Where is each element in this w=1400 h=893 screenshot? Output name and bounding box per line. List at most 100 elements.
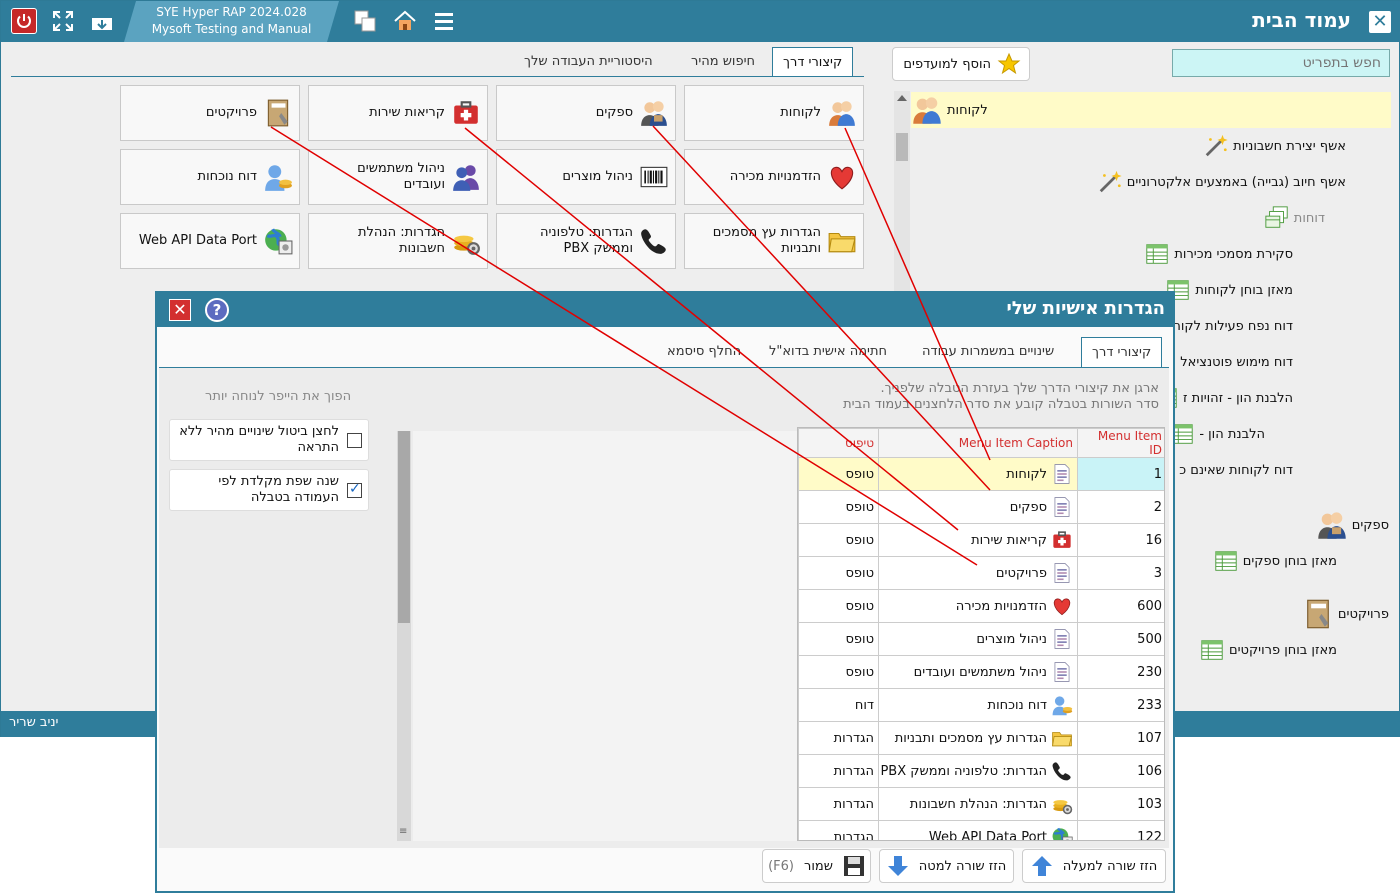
caption-cell[interactable]: פרויקטים — [878, 556, 1078, 590]
shortcut-tile[interactable]: הגדרות עץ מסמכים ותבניות — [684, 213, 864, 269]
tab-shortcuts[interactable]: קיצורי דרך — [772, 47, 854, 77]
shortcut-tile[interactable]: Web API Data Port — [120, 213, 300, 269]
table-row[interactable]: הגדרות הגדרות עץ מסמכים ותבניות 107 — [798, 721, 1164, 755]
caption-cell[interactable]: הגדרות: טלפוניה וממשק PBX — [878, 754, 1078, 788]
shortcut-tile[interactable]: דוח נוכחות — [120, 149, 300, 205]
tree-item[interactable]: ספקים — [1316, 510, 1389, 540]
id-cell[interactable]: 600 — [1077, 589, 1164, 623]
id-cell[interactable]: 16 — [1077, 523, 1164, 557]
tree-item[interactable]: מאזן בוחן פרויקטים — [1199, 635, 1337, 665]
table-row[interactable]: טופס קריאות שירות 16 — [798, 523, 1164, 557]
table-row[interactable]: טופס ניהול משתמשים ועובדים 230 — [798, 655, 1164, 689]
fullscreen-icon[interactable] — [50, 8, 76, 34]
table-row[interactable]: הגדרות הגדרות: הנהלת חשבונות 103 — [798, 787, 1164, 821]
move-down-button[interactable]: הזז שורה למטה — [879, 849, 1014, 883]
tree-item[interactable]: הלבנת הון - — [1169, 419, 1265, 449]
tab-quick-search[interactable]: חיפוש מהיר — [681, 47, 765, 77]
caption-cell[interactable]: הגדרות עץ מסמכים ותבניות — [878, 721, 1078, 755]
close-icon[interactable]: ✕ — [169, 299, 191, 321]
column-header-caption[interactable]: Menu Item Caption — [878, 428, 1078, 458]
tab-history[interactable]: היסטוריית העבודה שלך — [514, 47, 663, 77]
download-icon[interactable] — [89, 8, 115, 34]
grip-icon[interactable]: ≡ — [399, 826, 407, 837]
id-cell[interactable]: 233 — [1077, 688, 1164, 722]
id-cell[interactable]: 3 — [1077, 556, 1164, 590]
type-cell[interactable]: הגדרות — [798, 820, 879, 840]
tree-item[interactable]: דוחות — [1264, 203, 1325, 233]
id-cell[interactable]: 107 — [1077, 721, 1164, 755]
tree-item[interactable]: מאזן בוחן לקוחות — [1165, 275, 1293, 305]
dialog-tab-change-password[interactable]: החלף סיסמא — [657, 337, 751, 367]
move-up-button[interactable]: הזז שורה למעלה — [1022, 849, 1166, 883]
type-cell[interactable]: טופס — [798, 589, 879, 623]
id-cell[interactable]: 500 — [1077, 622, 1164, 656]
menu-icon[interactable] — [431, 8, 457, 34]
dialog-tab-shift-changes[interactable]: שינויים במשמרות עבודה — [912, 337, 1064, 367]
shortcut-tile[interactable]: לקוחות — [684, 85, 864, 141]
tree-item[interactable]: אשף יצירת חשבוניות — [1203, 131, 1346, 161]
type-cell[interactable]: טופס — [798, 490, 879, 524]
shortcut-tile[interactable]: פרויקטים — [120, 85, 300, 141]
id-cell[interactable]: 122 — [1077, 820, 1164, 840]
caption-cell[interactable]: לקוחות — [878, 457, 1078, 491]
add-favorite-button[interactable]: הוסף למועדפים — [892, 47, 1030, 81]
shortcut-tile[interactable]: קריאות שירות — [308, 85, 488, 141]
caption-cell[interactable]: ספקים — [878, 490, 1078, 524]
option-quick-undo[interactable]: לחצן ביטול שינויים מהיר ללא התראה — [169, 419, 369, 461]
tree-item[interactable]: לקוחות — [911, 92, 1391, 128]
help-icon[interactable]: ? — [205, 298, 229, 322]
tree-item[interactable]: פרויקטים — [1302, 599, 1389, 629]
home-icon[interactable] — [392, 8, 418, 34]
close-icon[interactable]: ✕ — [1369, 11, 1391, 33]
id-cell[interactable]: 230 — [1077, 655, 1164, 689]
caption-cell[interactable]: Web API Data Port — [878, 820, 1078, 840]
table-row[interactable]: טופס ניהול מוצרים 500 — [798, 622, 1164, 656]
table-row[interactable]: טופס ספקים 2 — [798, 490, 1164, 524]
id-cell[interactable]: 1 — [1077, 457, 1164, 491]
caption-cell[interactable]: קריאות שירות — [878, 523, 1078, 557]
type-cell[interactable]: הגדרות — [798, 754, 879, 788]
option-keyboard-language[interactable]: שנה שפת מקלדת לפי העמודה בטבלה — [169, 469, 369, 511]
scroll-thumb[interactable] — [896, 133, 908, 161]
shortcut-tile[interactable]: ספקים — [496, 85, 676, 141]
preview-scrollbar[interactable]: ≡ — [397, 431, 411, 841]
table-row[interactable]: טופס פרויקטים 3 — [798, 556, 1164, 590]
type-cell[interactable]: טופס — [798, 523, 879, 557]
save-button[interactable]: שמור (F6) — [762, 849, 871, 883]
type-cell[interactable]: הגדרות — [798, 721, 879, 755]
id-cell[interactable]: 103 — [1077, 787, 1164, 821]
menu-search-input[interactable] — [1172, 49, 1390, 77]
id-cell[interactable]: 2 — [1077, 490, 1164, 524]
shortcut-tile[interactable]: ניהול מוצרים — [496, 149, 676, 205]
caption-cell[interactable]: ניהול מוצרים — [878, 622, 1078, 656]
type-cell[interactable]: הגדרות — [798, 787, 879, 821]
type-cell[interactable]: טופס — [798, 457, 879, 491]
windows-icon[interactable] — [352, 8, 378, 34]
dialog-tab-email-signature[interactable]: חתימה אישית בדוא"ל — [759, 337, 897, 367]
quick-undo-checkbox[interactable] — [347, 432, 362, 448]
table-row[interactable]: הגדרות Web API Data Port 122 — [798, 820, 1164, 840]
power-icon[interactable] — [11, 8, 37, 34]
shortcut-tile[interactable]: ניהול משתמשים ועובדים — [308, 149, 488, 205]
table-row[interactable]: טופס הזדמנויות מכירה 600 — [798, 589, 1164, 623]
dialog-tab-shortcuts[interactable]: קיצורי דרך — [1081, 337, 1163, 367]
caption-cell[interactable]: ניהול משתמשים ועובדים — [878, 655, 1078, 689]
keyboard-language-checkbox[interactable] — [347, 481, 362, 498]
table-row[interactable]: הגדרות הגדרות: טלפוניה וממשק PBX 106 — [798, 754, 1164, 788]
type-cell[interactable]: טופס — [798, 655, 879, 689]
type-cell[interactable]: דוח — [798, 688, 879, 722]
type-cell[interactable]: טופס — [798, 556, 879, 590]
column-header-id[interactable]: Menu Item ID — [1077, 428, 1164, 458]
caption-cell[interactable]: דוח נוכחות — [878, 688, 1078, 722]
scroll-up-arrow[interactable] — [897, 95, 907, 101]
shortcut-tile[interactable]: הגדרות: טלפוניה וממשק PBX — [496, 213, 676, 269]
column-header-type[interactable]: טיפוס — [798, 428, 879, 458]
tree-item[interactable]: מאזן בוחן ספקים — [1213, 546, 1337, 576]
shortcut-tile[interactable]: הגדרות: הנהלת חשבונות — [308, 213, 488, 269]
id-cell[interactable]: 106 — [1077, 754, 1164, 788]
tree-item[interactable]: אשף חיוב (גבייה) באמצעים אלקטרוניים — [1097, 167, 1346, 197]
caption-cell[interactable]: הזדמנויות מכירה — [878, 589, 1078, 623]
shortcut-tile[interactable]: הזדמנויות מכירה — [684, 149, 864, 205]
table-row[interactable]: טופס לקוחות 1 — [798, 457, 1164, 491]
preview-scroll-thumb[interactable] — [398, 431, 410, 623]
